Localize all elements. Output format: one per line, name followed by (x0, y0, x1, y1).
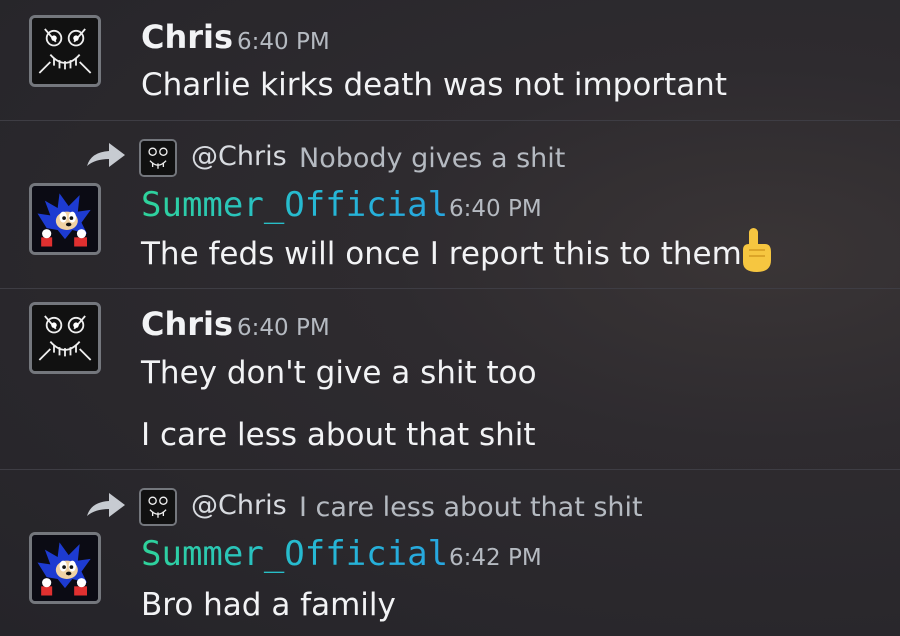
reply-mention[interactable]: @Chris (191, 140, 287, 174)
timestamp: 6:40 PM (237, 29, 330, 55)
message-divider (0, 288, 900, 289)
reply-avatar-chris[interactable] (139, 139, 177, 177)
reply-mention[interactable]: @Chris (191, 489, 287, 523)
avatar-summer-official[interactable] (29, 183, 101, 255)
author-name[interactable]: Chris (141, 305, 233, 343)
author-name[interactable]: Summer_Official (141, 535, 448, 573)
author-name[interactable]: Chris (141, 18, 233, 56)
message-divider (0, 469, 900, 470)
message-text: The feds will once I report this to them (141, 236, 742, 272)
timestamp: 6:40 PM (237, 315, 330, 341)
avatar-chris[interactable] (29, 15, 101, 87)
author-name[interactable]: Summer_Official (141, 186, 448, 224)
reply-preview-text[interactable]: Nobody gives a shit (299, 142, 565, 176)
reply-avatar-chris[interactable] (139, 488, 177, 526)
reply-arrow-icon (87, 493, 125, 517)
message-text: Charlie kirks death was not important (141, 67, 727, 103)
avatar-chris[interactable] (29, 302, 101, 374)
message-text: They don't give a shit too (141, 355, 537, 391)
avatar-summer-official[interactable] (29, 532, 101, 604)
index-pointing-up-icon (743, 228, 771, 272)
message-text: Bro had a family (141, 587, 396, 623)
timestamp: 6:42 PM (449, 545, 542, 571)
reply-preview-text[interactable]: I care less about that shit (299, 491, 643, 525)
message-text: I care less about that shit (141, 417, 536, 453)
reply-arrow-icon (87, 143, 125, 167)
timestamp: 6:40 PM (449, 196, 542, 222)
message-divider (0, 120, 900, 121)
